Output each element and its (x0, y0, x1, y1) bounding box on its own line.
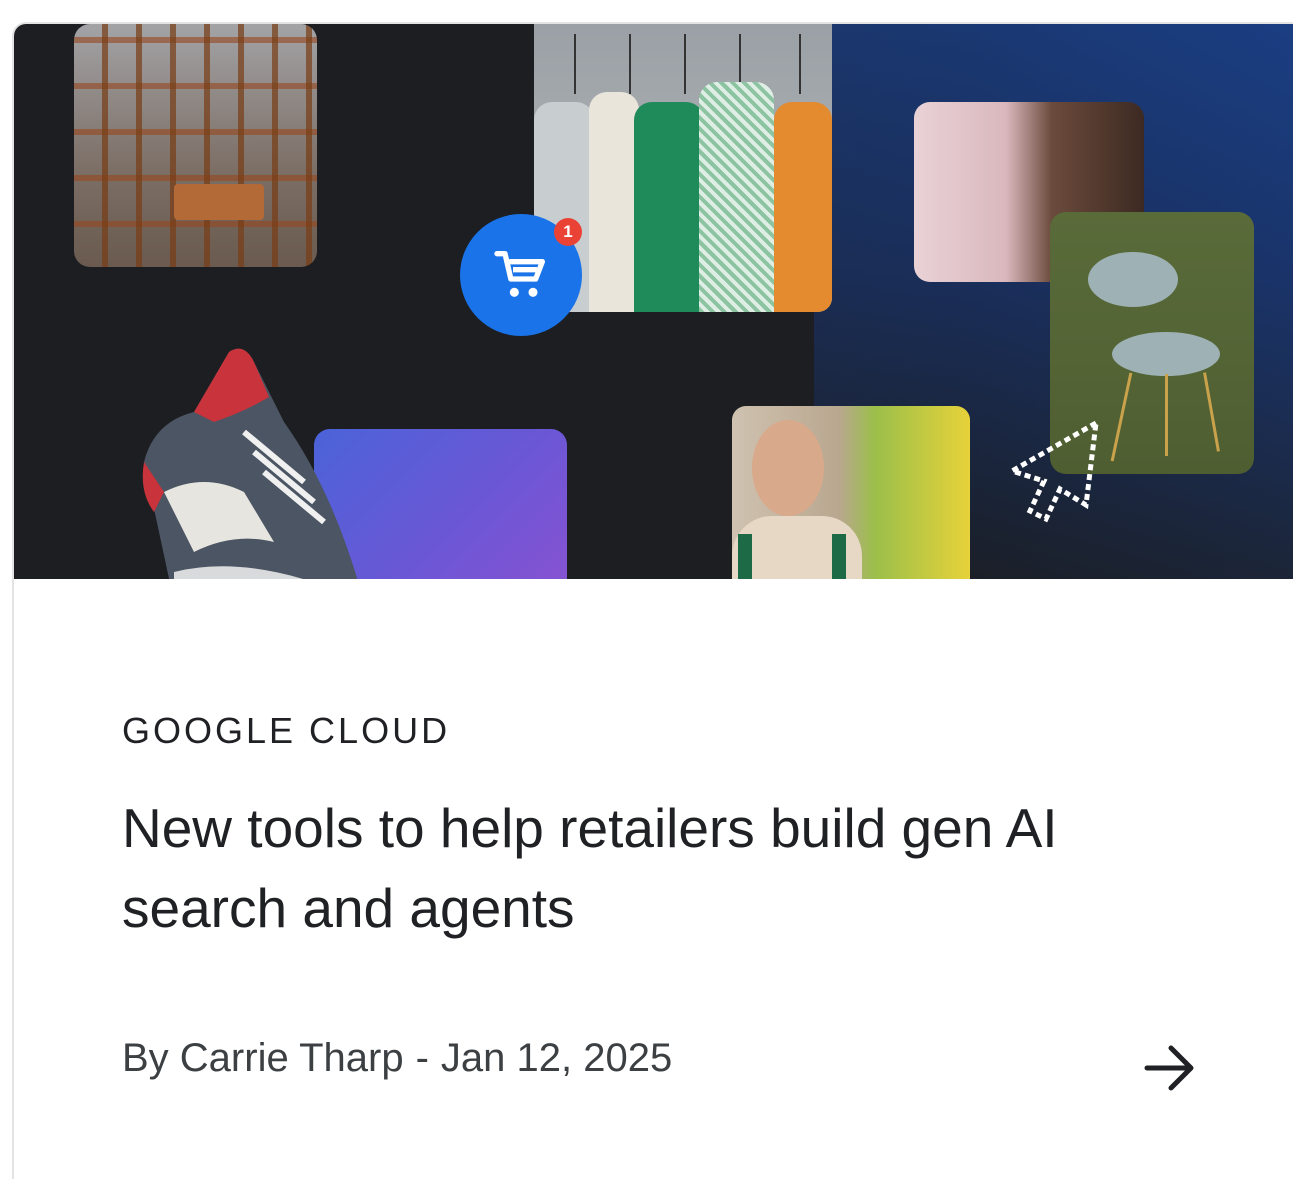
hero-image: 1 (14, 24, 1293, 579)
chair-back (1088, 252, 1178, 307)
sneaker-image (142, 348, 358, 579)
category-label: GOOGLE CLOUD (122, 710, 451, 751)
grocer-head (752, 420, 824, 516)
article-title[interactable]: New tools to help retailers build gen AI… (122, 788, 1182, 948)
garment (774, 102, 832, 312)
grocer-apron (832, 534, 846, 579)
article-card[interactable]: 1 GOOGLE CLOUD New tools to help retaile… (12, 22, 1293, 1179)
warehouse-photo (74, 24, 317, 267)
cart-notification-badge: 1 (554, 218, 582, 246)
grocer-apron (738, 534, 752, 579)
byline: By Carrie Tharp - Jan 12, 2025 (122, 1036, 672, 1081)
hanger (574, 34, 576, 94)
chair-leg (1110, 372, 1133, 462)
chair-leg (1203, 372, 1220, 452)
cursor-pointer-icon (1005, 419, 1100, 523)
chair-leg (1165, 374, 1168, 456)
arrow-right-icon (1144, 1045, 1194, 1091)
warehouse-cart (174, 184, 264, 220)
garment (589, 92, 639, 312)
grocer-photo (732, 406, 970, 579)
chair-seat (1112, 332, 1220, 376)
hanger (799, 34, 801, 94)
byline-separator: - (415, 1036, 429, 1080)
hanger (629, 34, 631, 94)
garment (699, 82, 774, 312)
publish-date: Jan 12, 2025 (440, 1036, 673, 1080)
shopping-cart-icon (494, 251, 545, 297)
hanger (684, 34, 686, 94)
author-name: By Carrie Tharp (122, 1036, 404, 1080)
read-more-button[interactable] (1140, 1040, 1200, 1096)
garment (634, 102, 704, 312)
